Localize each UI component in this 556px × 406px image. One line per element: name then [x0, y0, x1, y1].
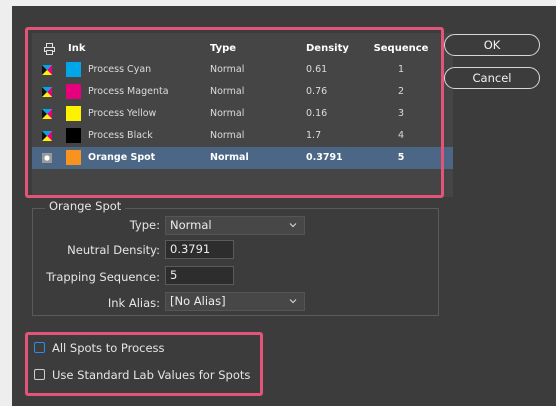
type-select-value: Normal [170, 218, 212, 232]
table-row[interactable]: Process Yellow Normal 0.16 3 [32, 103, 453, 125]
ink-sequence: 2 [397, 86, 405, 97]
process-ink-icon [42, 87, 52, 97]
header-type[interactable]: Type [210, 38, 236, 60]
window-frame-left [0, 0, 12, 406]
ink-type: Normal [210, 130, 245, 141]
table-row[interactable]: Process Magenta Normal 0.76 2 [32, 81, 453, 103]
ink-swatch [66, 62, 81, 77]
header-density[interactable]: Density [306, 38, 349, 60]
type-select[interactable]: Normal [165, 216, 305, 235]
ink-swatch [66, 84, 81, 99]
ink-sequence: 5 [397, 152, 405, 163]
ink-alias-value: [No Alias] [170, 294, 226, 308]
type-label: Type: [129, 218, 160, 232]
process-ink-icon [42, 131, 52, 141]
chevron-down-icon [289, 299, 297, 304]
lab-values-checkbox[interactable] [34, 369, 45, 380]
cancel-button[interactable]: Cancel [444, 67, 540, 89]
chevron-down-icon [289, 223, 297, 228]
ink-name: Process Magenta [88, 86, 169, 97]
ink-density: 0.61 [306, 64, 328, 75]
ink-sequence: 4 [397, 130, 405, 141]
all-spots-label: All Spots to Process [52, 341, 165, 355]
ink-alias-label: Ink Alias: [107, 296, 160, 310]
lab-values-label: Use Standard Lab Values for Spots [52, 368, 251, 382]
ok-button[interactable]: OK [444, 34, 540, 56]
group-title: Orange Spot [45, 198, 126, 214]
ink-density: 0.16 [306, 108, 328, 119]
ink-name: Process Black [88, 130, 153, 141]
header-ink[interactable]: Ink [68, 38, 86, 60]
ink-sequence: 1 [397, 64, 405, 75]
ink-density: 1.7 [306, 130, 322, 141]
all-spots-checkbox[interactable] [34, 342, 45, 353]
ink-density: 0.3791 [306, 152, 343, 163]
spot-ink-icon [42, 153, 52, 163]
all-spots-to-process-option[interactable]: All Spots to Process [34, 340, 234, 356]
ink-density: 0.76 [306, 86, 328, 97]
ink-alias-select[interactable]: [No Alias] [165, 292, 305, 311]
ink-sequence: 3 [397, 108, 405, 119]
neutral-density-label: Neutral Density: [67, 243, 160, 257]
ink-name: Process Cyan [88, 64, 152, 75]
ink-type: Normal [210, 86, 245, 97]
table-row-selected[interactable]: Orange Spot Normal 0.3791 5 [32, 147, 453, 169]
ink-swatch [66, 150, 81, 165]
header-sequence[interactable]: Sequence [371, 38, 431, 60]
ink-type: Normal [210, 152, 249, 163]
process-ink-icon [42, 65, 52, 75]
ink-swatch [66, 106, 81, 121]
trapping-sequence-field[interactable]: 5 [165, 266, 234, 285]
process-ink-icon [42, 109, 52, 119]
ink-type: Normal [210, 108, 245, 119]
neutral-density-field[interactable]: 0.3791 [165, 240, 234, 259]
table-row[interactable]: Process Black Normal 1.7 4 [32, 125, 453, 147]
ink-swatch [66, 128, 81, 143]
ink-table: Ink Type Density Sequence Process Cyan N… [32, 33, 453, 197]
trapping-sequence-label: Trapping Sequence: [46, 270, 160, 284]
table-header: Ink Type Density Sequence [32, 38, 453, 60]
ink-type: Normal [210, 64, 245, 75]
ink-name: Orange Spot [88, 152, 156, 163]
standard-lab-values-option[interactable]: Use Standard Lab Values for Spots [34, 367, 259, 383]
table-row[interactable]: Process Cyan Normal 0.61 1 [32, 59, 453, 81]
ink-name: Process Yellow [88, 108, 157, 119]
print-icon [44, 43, 55, 55]
